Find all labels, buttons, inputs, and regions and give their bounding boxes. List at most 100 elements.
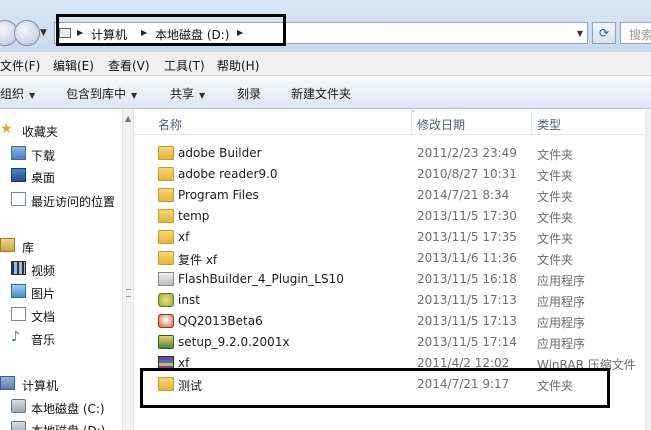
folder-icon	[158, 230, 174, 244]
file-type: 文件夹	[537, 253, 574, 267]
burn-button[interactable]: 刻录	[237, 85, 261, 102]
menu-tools[interactable]: 工具(T)	[164, 57, 205, 74]
file-type: 文件夹	[537, 232, 574, 246]
file-name: 复件 xf	[178, 253, 218, 267]
chevron-down-icon: ▼	[199, 91, 206, 100]
menu-file[interactable]: 文件(F)	[0, 57, 40, 74]
file-type: 应用程序	[537, 295, 586, 309]
organize-button[interactable]: 组织 ▼	[0, 85, 35, 102]
search-input[interactable]: 搜索	[620, 22, 651, 44]
recent-places-icon	[11, 192, 26, 206]
nav-drive-d[interactable]: 本地磁盘 (D:)	[0, 419, 122, 430]
file-date: 2013/11/6 11:36	[417, 251, 517, 265]
video-icon	[11, 261, 26, 275]
nav-libraries-label: 库	[22, 241, 35, 255]
file-row[interactable]: xf 2013/11/5 17:35 文件夹	[134, 227, 651, 248]
file-name: FlashBuilder_4_Plugin_LS10	[178, 272, 344, 286]
music-note-icon: ♪	[11, 329, 20, 345]
file-date: 2013/11/5 17:13	[417, 314, 517, 328]
setup-app-icon	[158, 335, 174, 349]
nav-recent[interactable]: 最近访问的位置	[0, 190, 122, 210]
qq-app-icon	[158, 314, 174, 328]
file-row[interactable]: setup_9.2.0.2001x 2013/11/5 17:14 应用程序	[134, 332, 651, 353]
menu-help[interactable]: 帮助(H)	[217, 57, 259, 74]
new-folder-button[interactable]: 新建文件夹	[291, 85, 351, 102]
file-row[interactable]: FlashBuilder_4_Plugin_LS10 2013/11/5 16:1…	[134, 269, 651, 290]
nav-favorites[interactable]: ★ 收藏夹	[0, 120, 122, 140]
nav-videos[interactable]: 视频	[0, 259, 122, 279]
file-row[interactable]: 复件 xf 2013/11/6 11:36 文件夹	[134, 248, 651, 269]
share-label: 共享	[170, 87, 195, 101]
highlight-box-file	[140, 368, 610, 408]
forward-button[interactable]	[14, 20, 40, 46]
file-row[interactable]: inst 2013/11/5 17:13 应用程序	[134, 290, 651, 311]
file-row[interactable]: adobe Builder 2011/2/23 23:49 文件夹	[134, 143, 651, 164]
nav-computer-label: 计算机	[22, 379, 59, 393]
nav-recent-label: 最近访问的位置	[31, 195, 116, 209]
share-button[interactable]: 共享 ▼	[170, 85, 205, 102]
menu-bar: 文件(F) 编辑(E) 查看(V) 工具(T) 帮助(H)	[0, 52, 651, 76]
folder-icon	[158, 167, 174, 181]
file-row[interactable]: QQ2013Beta6 2013/11/5 17:13 应用程序	[134, 311, 651, 332]
nav-desktop-label: 桌面	[31, 171, 56, 185]
nav-videos-label: 视频	[31, 264, 56, 278]
file-row[interactable]: adobe reader9.0 2010/8/27 10:31 文件夹	[134, 164, 651, 185]
file-row[interactable]: Program Files 2014/7/21 8:34 文件夹	[134, 185, 651, 206]
nav-drive-c-label: 本地磁盘 (C:)	[31, 402, 105, 416]
installer-app-icon	[158, 293, 174, 307]
file-type: 应用程序	[537, 337, 586, 351]
column-date[interactable]: 修改日期	[417, 116, 465, 133]
downloads-folder-icon	[11, 146, 26, 160]
file-type: 文件夹	[537, 169, 574, 183]
organize-label: 组织	[0, 87, 25, 101]
column-type[interactable]: 类型	[537, 116, 561, 133]
refresh-button[interactable]: ⟳	[592, 22, 616, 44]
recent-pages-chevron-icon[interactable]: ▼	[40, 28, 47, 38]
menu-edit[interactable]: 编辑(E)	[53, 57, 94, 74]
nav-computer[interactable]: 计算机	[0, 374, 122, 394]
file-date: 2014/7/21 8:34	[417, 188, 510, 202]
nav-desktop[interactable]: 桌面	[0, 166, 122, 186]
library-icon	[0, 238, 15, 252]
drive-icon	[11, 399, 26, 413]
file-name: inst	[178, 293, 200, 307]
column-separator[interactable]	[531, 109, 532, 135]
file-name: Program Files	[178, 188, 259, 202]
scroll-up-icon[interactable]: ▲	[125, 114, 131, 123]
file-type: 文件夹	[537, 211, 574, 225]
nav-drive-c[interactable]: 本地磁盘 (C:)	[0, 397, 122, 417]
menu-view[interactable]: 查看(V)	[108, 57, 150, 74]
nav-pictures[interactable]: 图片	[0, 282, 122, 302]
nav-music-label: 音乐	[31, 333, 56, 347]
desktop-icon	[11, 168, 26, 182]
nav-downloads[interactable]: 下载	[0, 144, 122, 164]
nav-music[interactable]: ♪ 音乐	[0, 328, 122, 348]
nav-documents[interactable]: 文档	[0, 305, 122, 325]
nav-favorites-label: 收藏夹	[22, 125, 59, 139]
file-row[interactable]: temp 2013/11/5 17:30 文件夹	[134, 206, 651, 227]
computer-icon	[0, 376, 15, 390]
column-name[interactable]: 名称	[158, 116, 182, 133]
nav-pictures-label: 图片	[31, 287, 56, 301]
file-name: xf	[178, 230, 190, 244]
address-dropdown-icon[interactable]: ▼	[577, 29, 583, 38]
folder-icon	[158, 146, 174, 160]
content-scrollbar[interactable]	[645, 109, 651, 430]
nav-libraries[interactable]: 库	[0, 236, 122, 256]
folder-icon	[158, 188, 174, 202]
file-date: 2013/11/5 17:14	[417, 335, 517, 349]
nav-pane-scrollbar[interactable]: ▲	[122, 109, 134, 430]
include-library-button[interactable]: 包含到库中 ▼	[66, 85, 137, 102]
scroll-thumb[interactable]	[126, 289, 131, 297]
star-icon: ★	[0, 121, 13, 137]
file-type: 文件夹	[537, 148, 574, 162]
column-separator[interactable]	[411, 109, 412, 135]
command-toolbar: 组织 ▼ 包含到库中 ▼ 共享 ▼ 刻录 新建文件夹	[0, 76, 651, 109]
folder-icon	[158, 209, 174, 223]
document-icon	[11, 307, 26, 321]
file-type: 文件夹	[537, 190, 574, 204]
nav-documents-label: 文档	[31, 310, 56, 324]
file-date: 2010/8/27 10:31	[417, 167, 517, 181]
flashbuilder-app-icon	[158, 272, 174, 286]
file-name: adobe Builder	[178, 146, 262, 160]
